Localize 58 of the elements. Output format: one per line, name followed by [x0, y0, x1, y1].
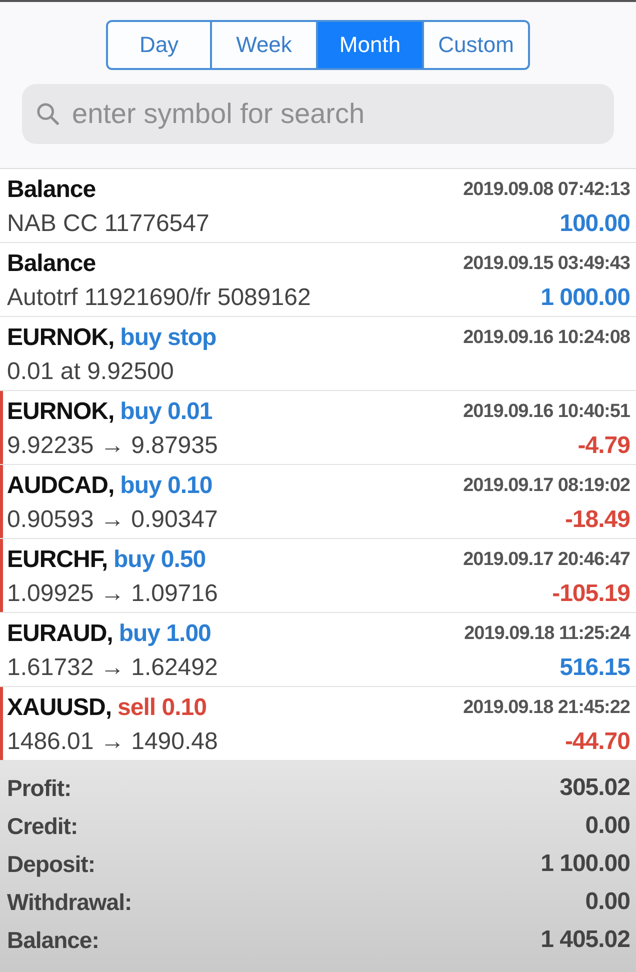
row-title: XAUUSD, — [7, 694, 112, 722]
period-tab[interactable]: Custom — [424, 20, 530, 70]
summary-value: 1 100.00 — [540, 850, 630, 878]
row-amount: 516.15 — [560, 654, 630, 682]
row-detail: 0.01 at 9.92500 — [7, 358, 174, 386]
summary-value: 305.02 — [560, 774, 630, 802]
row-amount: 1 000.00 — [540, 284, 630, 312]
history-row[interactable]: EURNOK, buy 0.01 2019.09.16 10:40:51 9.92235 → 9.87935 -4.79 — [0, 391, 636, 465]
order-type: buy 0.10 — [120, 472, 212, 500]
row-time: 2019.09.17 20:46:47 — [463, 549, 630, 571]
summary-label: Profit: — [7, 774, 72, 802]
search-field[interactable]: enter symbol for search — [22, 84, 614, 144]
period-tab[interactable]: Week — [212, 20, 318, 70]
row-amount: -44.70 — [564, 728, 630, 756]
row-time: 2019.09.08 07:42:13 — [463, 179, 630, 201]
row-time: 2019.09.18 21:45:22 — [463, 697, 630, 719]
summary-value: 0.00 — [585, 888, 630, 916]
price-range: 1.09925 → 1.09716 — [7, 580, 218, 608]
order-type: buy 1.00 — [118, 620, 211, 648]
row-title: EURNOK, — [7, 324, 114, 352]
row-title: Balance — [7, 176, 96, 204]
history-row[interactable]: AUDCAD, buy 0.10 2019.09.17 08:19:02 0.90593 → 0.90347 -18.49 — [0, 465, 636, 539]
row-detail: NAB CC 11776547 — [7, 210, 210, 238]
history-row[interactable]: EURCHF, buy 0.50 2019.09.17 20:46:47 1.09925 → 1.09716 -105.19 — [0, 539, 636, 613]
order-type: buy stop — [120, 324, 216, 352]
summary-label: Withdrawal: — [7, 888, 132, 916]
summary-value: 1 405.02 — [540, 926, 630, 954]
history-row[interactable]: EURNOK, buy stop 2019.09.16 10:24:08 0.01 at 9.92500 — [0, 317, 636, 391]
order-type: sell 0.10 — [118, 694, 206, 722]
row-title: EURCHF, — [7, 546, 108, 574]
period-tab[interactable]: Day — [106, 20, 212, 70]
row-title: Balance — [7, 250, 96, 278]
summary-label: Balance: — [7, 926, 99, 954]
row-detail: Autotrf 11921690/fr 5089162 — [7, 284, 311, 312]
history-row[interactable]: EURAUD, buy 1.00 2019.09.18 11:25:24 1.61732 → 1.62492 516.15 — [0, 613, 636, 687]
order-type: buy 0.01 — [120, 398, 212, 426]
row-time: 2019.09.16 10:40:51 — [463, 401, 630, 423]
row-amount: -4.79 — [578, 432, 630, 460]
row-time: 2019.09.15 03:49:43 — [463, 253, 630, 275]
summary-label: Credit: — [7, 812, 78, 840]
row-title: EURNOK, — [7, 398, 114, 426]
summary-label: Deposit: — [7, 850, 95, 878]
price-range: 9.92235 → 9.87935 — [7, 432, 218, 460]
row-time: 2019.09.17 08:19:02 — [463, 475, 630, 497]
price-range: 0.90593 → 0.90347 — [7, 506, 218, 534]
summary-value: 0.00 — [585, 812, 630, 840]
row-amount: -105.19 — [552, 580, 630, 608]
order-type: buy 0.50 — [114, 546, 206, 574]
row-amount: 100.00 — [560, 210, 630, 238]
price-range: 1486.01 → 1490.48 — [7, 728, 218, 756]
history-row[interactable]: Balance 2019.09.08 07:42:13 NAB CC 11776547 100.00 — [0, 169, 636, 243]
price-range: 1.61732 → 1.62492 — [7, 654, 218, 682]
row-title: AUDCAD, — [7, 472, 114, 500]
row-amount: -18.49 — [564, 506, 630, 534]
row-time: 2019.09.16 10:24:08 — [463, 327, 630, 349]
period-tab[interactable]: Month — [318, 20, 424, 70]
row-title: EURAUD, — [7, 620, 113, 648]
row-time: 2019.09.18 11:25:24 — [464, 623, 630, 645]
